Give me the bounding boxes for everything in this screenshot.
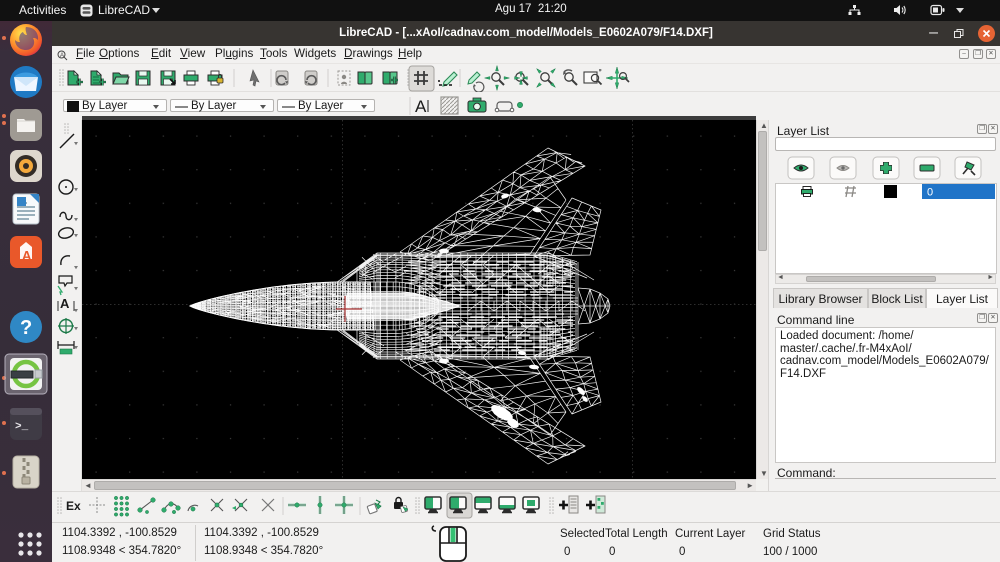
svg-text:>_: >_ xyxy=(15,421,29,433)
svg-text:0: 0 xyxy=(927,187,933,199)
svg-text:Ex: Ex xyxy=(66,499,81,513)
svg-text:A: A xyxy=(60,296,70,311)
svg-text:A: A xyxy=(60,53,64,59)
svg-text:A: A xyxy=(415,97,427,116)
svg-text:?: ? xyxy=(20,317,32,339)
svg-text:A: A xyxy=(22,248,32,263)
